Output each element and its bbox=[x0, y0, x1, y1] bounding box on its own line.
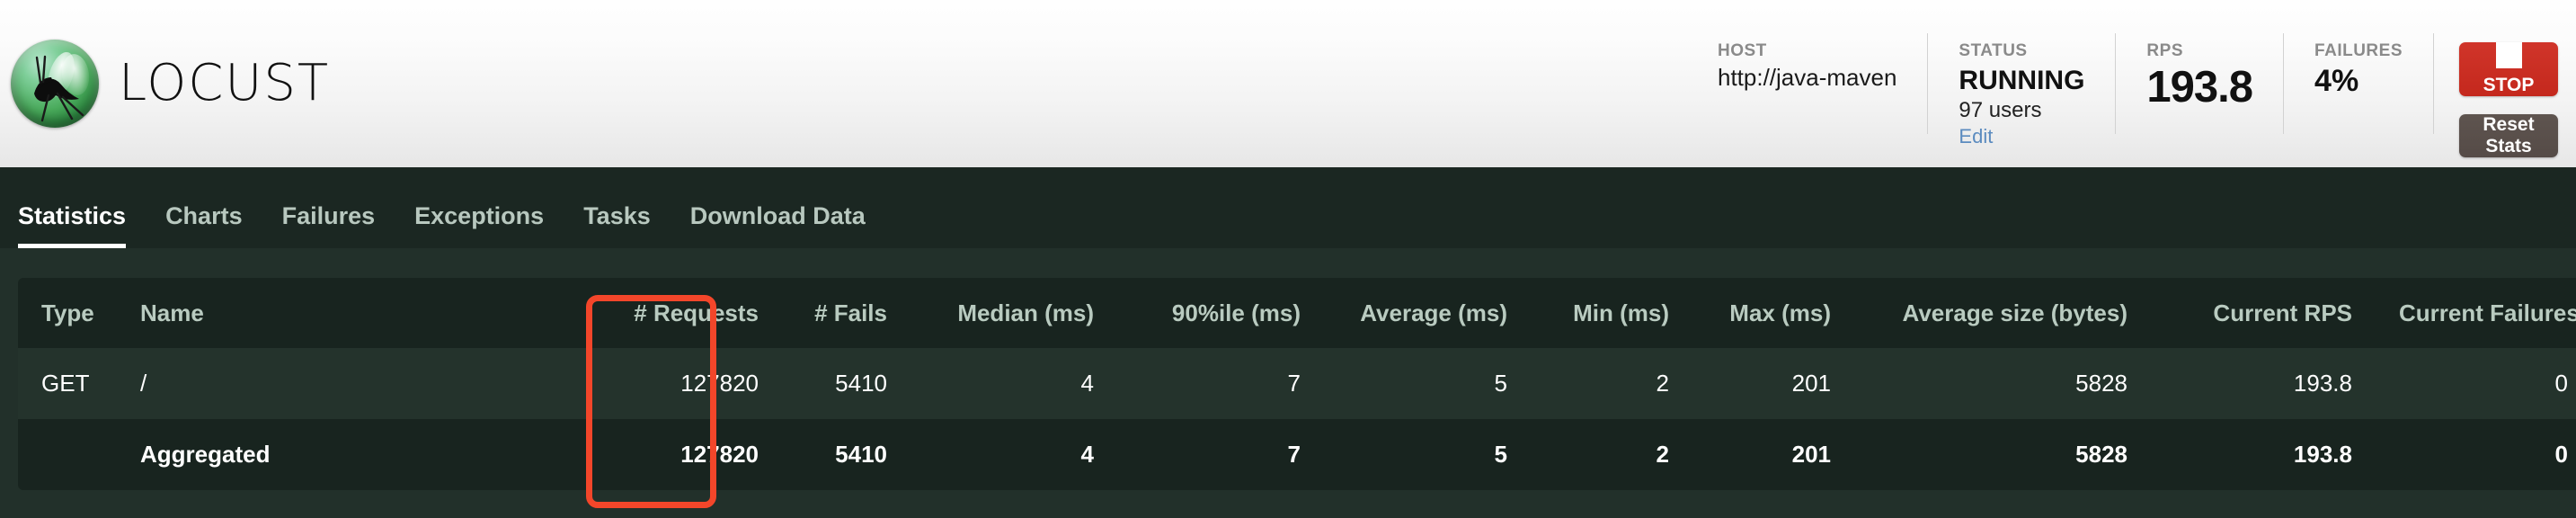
cell-median: 4 bbox=[910, 419, 1117, 490]
tab-charts[interactable]: Charts bbox=[146, 204, 262, 248]
stat-host: HOST http://java-maven bbox=[1687, 33, 1927, 134]
cell-min: 2 bbox=[1531, 419, 1692, 490]
cell-name: / bbox=[117, 348, 602, 419]
cell-current-rps: 193.8 bbox=[2151, 348, 2376, 419]
header-stats: HOST http://java-maven STATUS RUNNING 97… bbox=[1687, 33, 2576, 158]
col-header-type[interactable]: Type bbox=[18, 278, 117, 348]
cell-name: Aggregated bbox=[117, 419, 602, 490]
tab-tasks[interactable]: Tasks bbox=[564, 204, 671, 248]
table-row-aggregated[interactable]: Aggregated 127820 5410 4 7 5 2 201 5828 … bbox=[18, 419, 2576, 490]
col-header-current-rps[interactable]: Current RPS bbox=[2151, 278, 2376, 348]
stat-failures-label: FAILURES bbox=[2314, 41, 2403, 60]
stop-button-label: STOP bbox=[2483, 75, 2535, 95]
col-header-fails[interactable]: # Fails bbox=[782, 278, 910, 348]
tab-statistics[interactable]: Statistics bbox=[18, 204, 146, 248]
reset-button-label-line1: Reset bbox=[2483, 114, 2535, 135]
tab-download-data[interactable]: Download Data bbox=[671, 204, 885, 248]
statistics-table: Type Name # Requests # Fails Median (ms)… bbox=[18, 278, 2576, 490]
stat-failures-value: 4% bbox=[2314, 64, 2359, 98]
content-area: Type Name # Requests # Fails Median (ms)… bbox=[0, 248, 2576, 518]
cell-average: 5 bbox=[1324, 419, 1531, 490]
stat-host-label: HOST bbox=[1717, 41, 1767, 60]
cell-current-failures: 0 bbox=[2376, 419, 2576, 490]
cell-avg-size: 5828 bbox=[1854, 419, 2151, 490]
col-header-max[interactable]: Max (ms) bbox=[1692, 278, 1854, 348]
stat-rps-label: RPS bbox=[2146, 41, 2183, 60]
col-header-requests[interactable]: # Requests bbox=[602, 278, 782, 348]
col-header-min[interactable]: Min (ms) bbox=[1531, 278, 1692, 348]
table-header-row: Type Name # Requests # Fails Median (ms)… bbox=[18, 278, 2576, 348]
header-actions: STOP Reset Stats bbox=[2433, 33, 2562, 158]
tab-failures[interactable]: Failures bbox=[262, 204, 395, 248]
col-header-median[interactable]: Median (ms) bbox=[910, 278, 1117, 348]
cell-p90: 7 bbox=[1117, 419, 1324, 490]
stop-button[interactable]: STOP bbox=[2459, 42, 2558, 96]
reset-button-label-line2: Stats bbox=[2485, 136, 2532, 157]
stat-status-value: RUNNING bbox=[1959, 66, 2085, 95]
cell-type: GET bbox=[18, 348, 117, 419]
cell-median: 4 bbox=[910, 348, 1117, 419]
stat-status: STATUS RUNNING 97 users Edit bbox=[1927, 33, 2115, 147]
stat-rps: RPS 193.8 bbox=[2115, 33, 2283, 134]
col-header-p90[interactable]: 90%ile (ms) bbox=[1117, 278, 1324, 348]
stop-square-icon bbox=[2495, 42, 2522, 68]
reset-stats-button[interactable]: Reset Stats bbox=[2459, 114, 2558, 158]
cell-fails: 5410 bbox=[782, 348, 910, 419]
brand-name: LOCUST bbox=[119, 54, 331, 112]
cell-current-failures: 0 bbox=[2376, 348, 2576, 419]
brand: LOCUST bbox=[0, 40, 330, 128]
stat-rps-value: 193.8 bbox=[2146, 63, 2253, 112]
cell-max: 201 bbox=[1692, 348, 1854, 419]
edit-link[interactable]: Edit bbox=[1959, 124, 2084, 150]
col-header-current-failures[interactable]: Current Failures/s bbox=[2376, 278, 2576, 348]
col-header-average[interactable]: Average (ms) bbox=[1324, 278, 1531, 348]
stat-user-count: 97 users bbox=[1959, 97, 2042, 122]
app-header: LOCUST HOST http://java-maven STATUS RUN… bbox=[0, 0, 2576, 167]
locust-logo-icon bbox=[11, 40, 99, 128]
cell-min: 2 bbox=[1531, 348, 1692, 419]
cell-requests: 127820 bbox=[602, 419, 782, 490]
table-row[interactable]: GET / 127820 5410 4 7 5 2 201 5828 193.8… bbox=[18, 348, 2576, 419]
stat-failures: FAILURES 4% bbox=[2283, 33, 2433, 134]
stat-host-value: http://java-maven bbox=[1717, 64, 1897, 91]
col-header-avg-size[interactable]: Average size (bytes) bbox=[1854, 278, 2151, 348]
cell-max: 201 bbox=[1692, 419, 1854, 490]
cell-type bbox=[18, 419, 117, 490]
cell-requests: 127820 bbox=[602, 348, 782, 419]
col-header-name[interactable]: Name bbox=[117, 278, 602, 348]
cell-p90: 7 bbox=[1117, 348, 1324, 419]
cell-current-rps: 193.8 bbox=[2151, 419, 2376, 490]
cell-average: 5 bbox=[1324, 348, 1531, 419]
cell-avg-size: 5828 bbox=[1854, 348, 2151, 419]
tab-exceptions[interactable]: Exceptions bbox=[395, 204, 564, 248]
main-nav: Statistics Charts Failures Exceptions Ta… bbox=[0, 167, 2576, 248]
cell-fails: 5410 bbox=[782, 419, 910, 490]
stat-status-label: STATUS bbox=[1959, 41, 2028, 60]
